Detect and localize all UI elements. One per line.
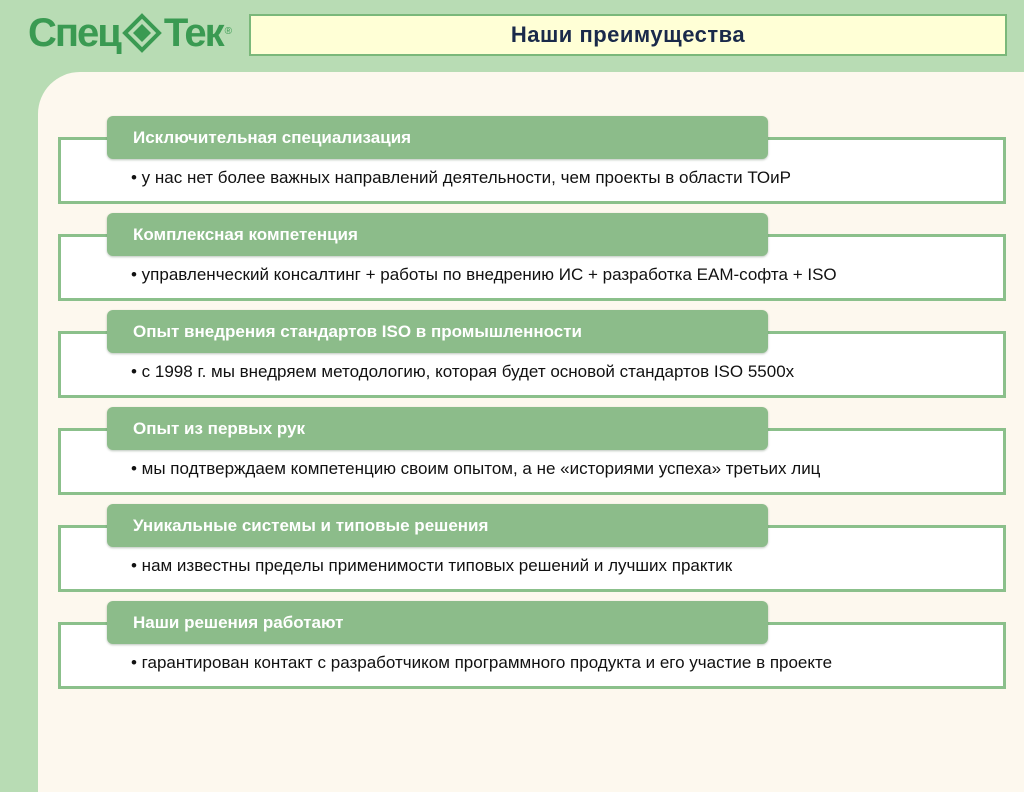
advantage-header: Уникальные системы и типовые решения bbox=[107, 504, 768, 547]
advantage-text: • мы подтверждаем компетенцию своим опыт… bbox=[131, 459, 821, 478]
logo-text-right: Тек bbox=[163, 10, 225, 55]
advantage-header: Опыт из первых рук bbox=[107, 407, 768, 450]
advantage-text: • у нас нет более важных направлений дея… bbox=[131, 168, 791, 187]
logo-mark-icon bbox=[122, 13, 162, 53]
page-title: Наши преимущества bbox=[249, 14, 1007, 56]
advantage-block-6: • гарантирован контакт с разработчиком п… bbox=[58, 601, 1006, 693]
advantage-block-2: • управленческий консалтинг + работы по … bbox=[58, 213, 1006, 305]
logo: Спец Тек ® bbox=[28, 4, 232, 62]
advantage-header: Наши решения работают bbox=[107, 601, 768, 644]
logo-text-left: Спец bbox=[28, 10, 122, 55]
advantage-text: • управленческий консалтинг + работы по … bbox=[131, 265, 837, 284]
advantage-heading: Комплексная компетенция bbox=[133, 225, 358, 244]
advantage-text: • нам известны пределы применимости типо… bbox=[131, 556, 733, 575]
advantage-heading: Исключительная специализация bbox=[133, 128, 412, 147]
advantage-block-3: • с 1998 г. мы внедряем методологию, кот… bbox=[58, 310, 1006, 402]
advantage-heading: Опыт внедрения стандартов ISO в промышле… bbox=[133, 322, 583, 341]
advantage-text: • гарантирован контакт с разработчиком п… bbox=[131, 653, 833, 672]
advantage-text: • с 1998 г. мы внедряем методологию, кот… bbox=[131, 362, 795, 381]
advantage-heading: Наши решения работают bbox=[133, 613, 344, 632]
registered-mark: ® bbox=[224, 26, 232, 37]
advantage-header: Опыт внедрения стандартов ISO в промышле… bbox=[107, 310, 768, 353]
advantage-block-1: • у нас нет более важных направлений дея… bbox=[58, 116, 1006, 208]
advantage-block-5: • нам известны пределы применимости типо… bbox=[58, 504, 1006, 596]
advantage-heading: Уникальные системы и типовые решения bbox=[133, 516, 489, 535]
advantage-block-4: • мы подтверждаем компетенцию своим опыт… bbox=[58, 407, 1006, 499]
advantage-header: Исключительная специализация bbox=[107, 116, 768, 159]
advantage-header: Комплексная компетенция bbox=[107, 213, 768, 256]
advantage-heading: Опыт из первых рук bbox=[133, 419, 306, 438]
